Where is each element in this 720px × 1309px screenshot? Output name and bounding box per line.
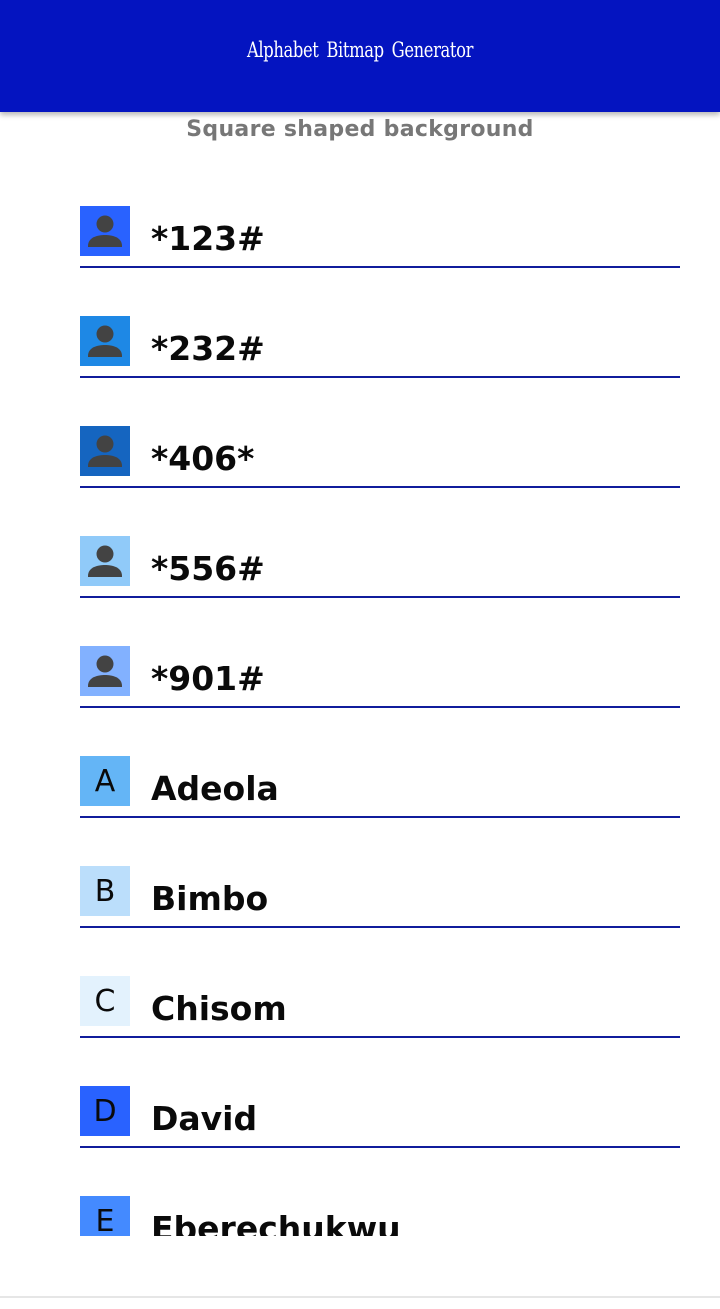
list-item[interactable]: *123# [80, 206, 680, 316]
item-divider [80, 596, 680, 598]
avatar: A [80, 756, 130, 806]
item-name: Adeola [151, 769, 279, 808]
avatar [80, 646, 130, 696]
item-name: Bimbo [151, 879, 269, 918]
avatar [80, 426, 130, 476]
bottom-divider [0, 1296, 720, 1298]
item-divider [80, 1036, 680, 1038]
item-name: *232# [151, 329, 265, 368]
list-item[interactable]: *556# [80, 536, 680, 646]
avatar-letter: D [93, 1094, 117, 1129]
item-name: Chisom [151, 989, 287, 1028]
person-icon [88, 325, 122, 357]
avatar: B [80, 866, 130, 916]
subtitle: Square shaped background [186, 117, 534, 142]
avatar [80, 206, 130, 256]
item-divider [80, 486, 680, 488]
list-item[interactable]: B Bimbo [80, 866, 680, 976]
avatar [80, 536, 130, 586]
avatar-letter: A [94, 764, 116, 799]
avatar: D [80, 1086, 130, 1136]
list-item[interactable]: D David [80, 1086, 680, 1196]
avatar [80, 316, 130, 366]
app-bar: Alphabet Bitmap Generator [0, 0, 720, 112]
person-icon [88, 655, 122, 687]
avatar: C [80, 976, 130, 1026]
item-name: *123# [151, 219, 265, 258]
item-divider [80, 376, 680, 378]
item-divider [80, 926, 680, 928]
item-divider [80, 1146, 680, 1148]
person-icon [88, 215, 122, 247]
item-name: David [151, 1099, 258, 1138]
person-icon [88, 545, 122, 577]
list-item[interactable]: *232# [80, 316, 680, 426]
item-divider [80, 266, 680, 268]
list-item[interactable]: E Eberechukwu [80, 1196, 680, 1236]
item-name: Eberechukwu [151, 1209, 401, 1236]
avatar-letter: B [94, 874, 116, 909]
item-name: *901# [151, 659, 265, 698]
list-item[interactable]: A Adeola [80, 756, 680, 866]
avatar-letter: C [94, 984, 116, 1019]
contact-list[interactable]: *123# *232# *406* *556# *901# A Adeola B Bimbo C C… [0, 150, 720, 1236]
item-divider [80, 816, 680, 818]
person-icon [88, 435, 122, 467]
list-item[interactable]: *406* [80, 426, 680, 536]
item-name: *406* [151, 439, 255, 478]
list-item[interactable]: *901# [80, 646, 680, 756]
list-item[interactable]: C Chisom [80, 976, 680, 1086]
avatar-letter: E [95, 1204, 115, 1237]
item-divider [80, 706, 680, 708]
app-title: Alphabet Bitmap Generator [246, 38, 474, 62]
item-name: *556# [151, 549, 265, 588]
avatar: E [80, 1196, 130, 1236]
